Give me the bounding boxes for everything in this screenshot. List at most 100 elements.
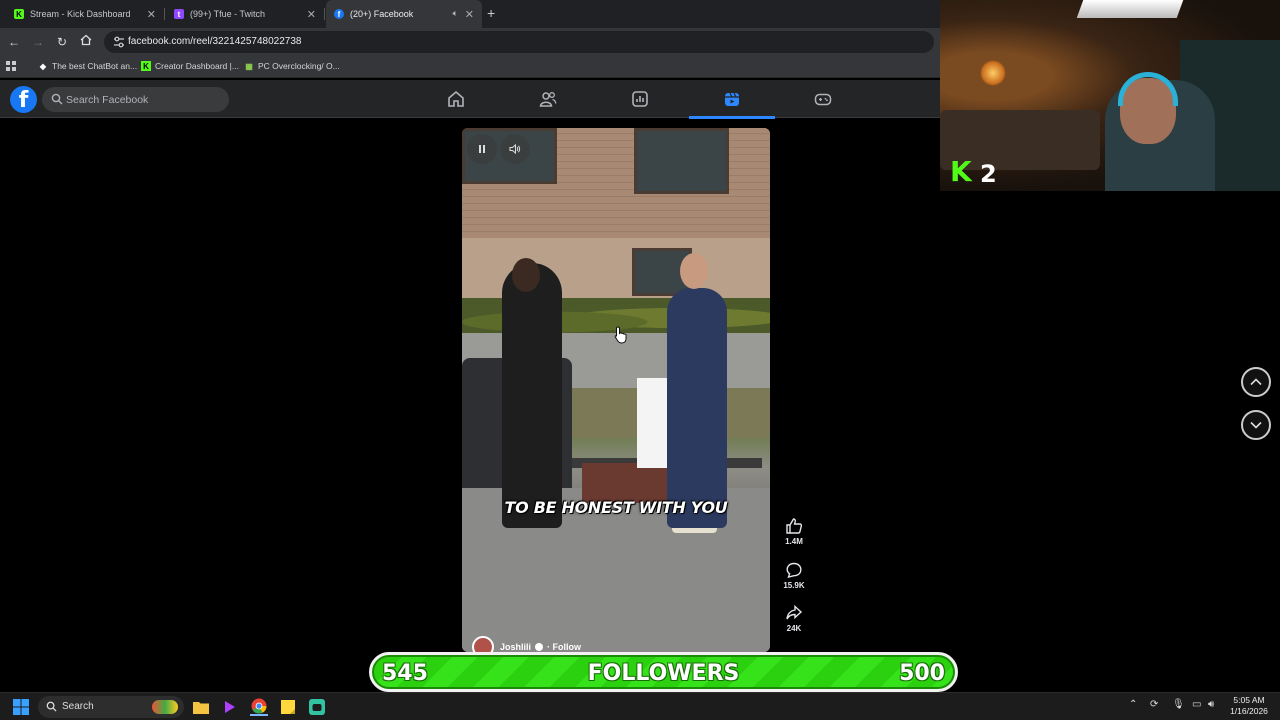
comment-count: 15.9K — [783, 581, 805, 590]
home-icon — [448, 90, 464, 107]
author-name[interactable]: Joshlili — [500, 642, 531, 652]
taskbar-search-placeholder: Search — [62, 701, 94, 712]
facebook-icon: f — [334, 9, 344, 19]
gaming-icon — [814, 93, 832, 106]
video-person — [502, 263, 562, 528]
like-icon — [786, 518, 803, 534]
pause-button[interactable] — [467, 134, 497, 164]
close-icon[interactable]: ✕ — [307, 8, 316, 21]
overclock-icon: ▦ — [245, 61, 253, 71]
windows-start-icon[interactable] — [12, 698, 30, 716]
home-icon[interactable] — [78, 34, 94, 50]
viewer-count: 2 — [980, 160, 997, 188]
tab-twitch[interactable]: t (99+) Tfue - Twitch ✕ — [166, 0, 325, 28]
nav-video[interactable] — [689, 80, 775, 119]
twitch-icon: t — [174, 9, 184, 19]
new-tab-icon[interactable]: + — [487, 5, 495, 21]
next-reel-button[interactable] — [1241, 410, 1271, 440]
network-icon[interactable]: ▭ — [1192, 699, 1201, 710]
share-icon — [786, 604, 803, 620]
browser-tab-strip: K Stream - Kick Dashboard ✕ t (99+) Tfue… — [0, 0, 940, 28]
windows-taskbar: Search ⌃ ⟳ 🎙︎ ▭ 🔊︎ 5:05 AM 1/16/2026 — [0, 692, 1280, 720]
bookmark-pc-overclocking[interactable]: ▦ PC Overclocking/ O... — [244, 61, 340, 71]
browser-toolbar: ← → ↻ facebook.com/reel/3221425748022738 — [0, 28, 940, 56]
pause-icon — [479, 145, 485, 153]
back-icon[interactable]: ← — [6, 34, 22, 50]
chevron-up-icon — [1250, 378, 1262, 386]
headset-icon — [1118, 72, 1178, 106]
site-info-icon[interactable] — [112, 35, 126, 49]
comment-icon — [786, 562, 802, 578]
dashboard-icon — [632, 91, 648, 107]
bookmark-chatbot[interactable]: ◆ The best ChatBot an... — [38, 61, 137, 71]
like-count: 1.4M — [785, 537, 803, 546]
sticky-notes-icon[interactable] — [279, 698, 297, 716]
mute-button[interactable] — [500, 134, 530, 164]
bookmark-label: The best ChatBot an... — [52, 61, 138, 71]
kick-icon: K — [141, 61, 151, 71]
avatar[interactable] — [472, 636, 494, 652]
followers-goal: 500 — [899, 661, 945, 686]
followers-goal-bar: 545 FOLLOWERS 500 — [369, 652, 958, 692]
reload-icon[interactable]: ↻ — [54, 34, 70, 50]
followers-label: FOLLOWERS — [587, 661, 740, 686]
app-icon-purple[interactable] — [221, 698, 239, 716]
lamp — [980, 60, 1006, 86]
share-button[interactable]: 24K — [778, 604, 810, 633]
kick-icon: K — [14, 9, 24, 19]
tab-facebook[interactable]: f (20+) Facebook 🔈︎ ✕ — [326, 0, 482, 28]
search-icon — [46, 701, 57, 712]
nav-friends[interactable] — [505, 80, 591, 118]
comment-button[interactable]: 15.9K — [778, 561, 810, 590]
close-icon[interactable]: ✕ — [147, 8, 156, 21]
chevron-down-icon — [1250, 421, 1262, 429]
url-text: facebook.com/reel/3221425748022738 — [128, 36, 302, 47]
chrome-icon[interactable] — [250, 698, 268, 716]
sync-icon[interactable]: ⟳ — [1150, 699, 1158, 710]
close-icon[interactable]: ✕ — [465, 8, 474, 21]
address-bar[interactable]: facebook.com/reel/3221425748022738 — [104, 31, 934, 53]
file-explorer-icon[interactable] — [192, 698, 210, 716]
search-placeholder: Search Facebook — [66, 94, 149, 106]
reel-author[interactable]: Joshlili · Follow — [472, 636, 581, 652]
speaker-icon[interactable]: 🔈︎ — [453, 8, 458, 19]
previous-reel-button[interactable] — [1241, 367, 1271, 397]
nav-gaming[interactable] — [780, 80, 866, 118]
ceiling-light — [1076, 0, 1184, 18]
search-icon — [51, 93, 63, 105]
tab-kick-dashboard[interactable]: K Stream - Kick Dashboard ✕ — [6, 0, 165, 28]
bookmarks-bar: ◆ The best ChatBot an... K Creator Dashb… — [0, 56, 940, 78]
search-input[interactable]: Search Facebook — [42, 87, 229, 112]
facebook-logo[interactable]: f — [10, 86, 37, 113]
streamlabs-icon[interactable] — [308, 698, 326, 716]
show-hidden-icons[interactable]: ⌃ — [1129, 699, 1137, 710]
video-person-head — [512, 258, 540, 292]
verified-icon — [535, 643, 544, 651]
system-clock[interactable]: 5:05 AM 1/16/2026 — [1224, 695, 1274, 717]
facebook-header: f Search Facebook — [0, 80, 940, 119]
apps-icon[interactable] — [6, 61, 17, 72]
volume-icon[interactable]: 🔊︎ — [1208, 699, 1214, 710]
nav-home[interactable] — [413, 80, 499, 118]
forward-icon[interactable]: → — [30, 34, 46, 50]
volume-icon — [509, 143, 521, 155]
tab-title: Stream - Kick Dashboard — [30, 9, 131, 19]
clock-time: 5:05 AM — [1233, 695, 1265, 705]
webcam-overlay: K 2 — [940, 0, 1280, 191]
video-window — [634, 128, 729, 194]
kick-logo-icon: K — [950, 155, 972, 188]
chatbot-icon: ◆ — [39, 61, 47, 71]
bookmark-creator-dashboard[interactable]: K Creator Dashboard |... — [141, 61, 239, 71]
nav-dashboard[interactable] — [597, 80, 683, 118]
reel-video[interactable]: TO BE HONEST WITH YOU Joshlili · Follow — [462, 128, 770, 652]
video-icon — [725, 92, 739, 106]
clock-date: 1/16/2026 — [1230, 706, 1268, 716]
tab-title: (99+) Tfue - Twitch — [190, 9, 265, 19]
like-button[interactable]: 1.4M — [778, 517, 810, 546]
bookmark-label: Creator Dashboard |... — [155, 61, 239, 71]
hand-cursor-icon — [614, 326, 627, 344]
follow-link[interactable]: · Follow — [547, 642, 581, 652]
microphone-icon[interactable]: 🎙︎ — [1172, 699, 1185, 710]
share-count: 24K — [786, 624, 802, 633]
taskbar-search[interactable]: Search — [38, 696, 184, 718]
